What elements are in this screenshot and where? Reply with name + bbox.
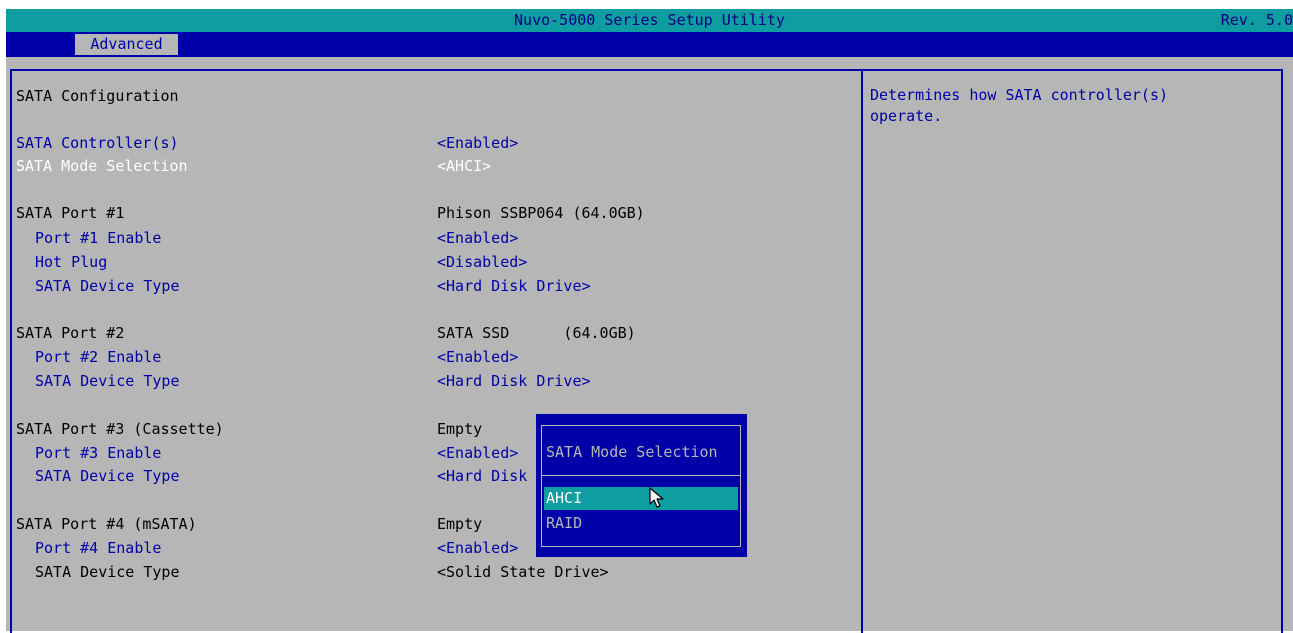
port-4-device-type-value: <Solid State Drive> (437, 563, 609, 581)
port-3-enable-value[interactable]: <Enabled> (437, 442, 518, 464)
tab-advanced[interactable]: Advanced (75, 34, 178, 55)
sata-port-2-device: SATA SSD (64.0GB) (437, 324, 636, 342)
port-2-enable-value[interactable]: <Enabled> (437, 346, 518, 368)
page-heading: SATA Configuration (16, 87, 179, 105)
port-1-enable-value[interactable]: <Enabled> (437, 227, 518, 249)
app-title: Nuvo-5000 Series Setup Utility (514, 11, 785, 29)
port-2-device-type-value[interactable]: <Hard Disk Drive> (437, 370, 591, 392)
sata-controller-value[interactable]: <Enabled> (437, 132, 518, 154)
port-2-device-type-label[interactable]: SATA Device Type (35, 370, 180, 392)
popup-option-ahci[interactable]: AHCI (544, 487, 738, 510)
port-3-device-type-value[interactable]: <Hard Disk (437, 465, 527, 487)
port-4-device-type-label: SATA Device Type (35, 563, 180, 581)
popup-option-raid[interactable]: RAID (544, 512, 738, 535)
sata-port-1-label: SATA Port #1 (16, 204, 125, 222)
port-3-device-type-label[interactable]: SATA Device Type (35, 465, 180, 487)
sata-controller-label[interactable]: SATA Controller(s) (16, 132, 179, 154)
hot-plug-label[interactable]: Hot Plug (35, 251, 107, 273)
sata-mode-selection-label[interactable]: SATA Mode Selection (16, 155, 188, 177)
sata-port-3-device: Empty (437, 420, 483, 438)
tab-bar: Advanced (6, 32, 1293, 57)
port-4-enable-label[interactable]: Port #4 Enable (35, 537, 161, 559)
sata-port-4-label: SATA Port #4 (mSATA) (16, 515, 197, 533)
port-1-device-type-label[interactable]: SATA Device Type (35, 275, 180, 297)
sata-port-3-label: SATA Port #3 (Cassette) (16, 420, 224, 438)
sata-port-1-device: Phison SSBP064 (64.0GB) (437, 204, 645, 222)
sata-mode-selection-value[interactable]: <AHCI> (437, 155, 491, 177)
port-4-enable-value[interactable]: <Enabled> (437, 537, 518, 559)
port-1-enable-label[interactable]: Port #1 Enable (35, 227, 161, 249)
help-text: Determines how SATA controller(s) operat… (870, 86, 1169, 125)
port-1-device-type-value[interactable]: <Hard Disk Drive> (437, 275, 591, 297)
popup-divider (541, 475, 741, 476)
port-3-enable-label[interactable]: Port #3 Enable (35, 442, 161, 464)
sata-port-2-label: SATA Port #2 (16, 324, 125, 342)
mouse-pointer-icon (649, 487, 664, 508)
popup-title: SATA Mode Selection (546, 443, 718, 461)
sata-port-4-device: Empty (437, 515, 483, 533)
port-2-enable-label[interactable]: Port #2 Enable (35, 346, 161, 368)
revision-label: Rev. 5.0 (1220, 11, 1293, 29)
help-panel (861, 69, 1283, 633)
hot-plug-value[interactable]: <Disabled> (437, 251, 527, 273)
title-bar: Nuvo-5000 Series Setup Utility Rev. 5.0 (6, 9, 1293, 32)
